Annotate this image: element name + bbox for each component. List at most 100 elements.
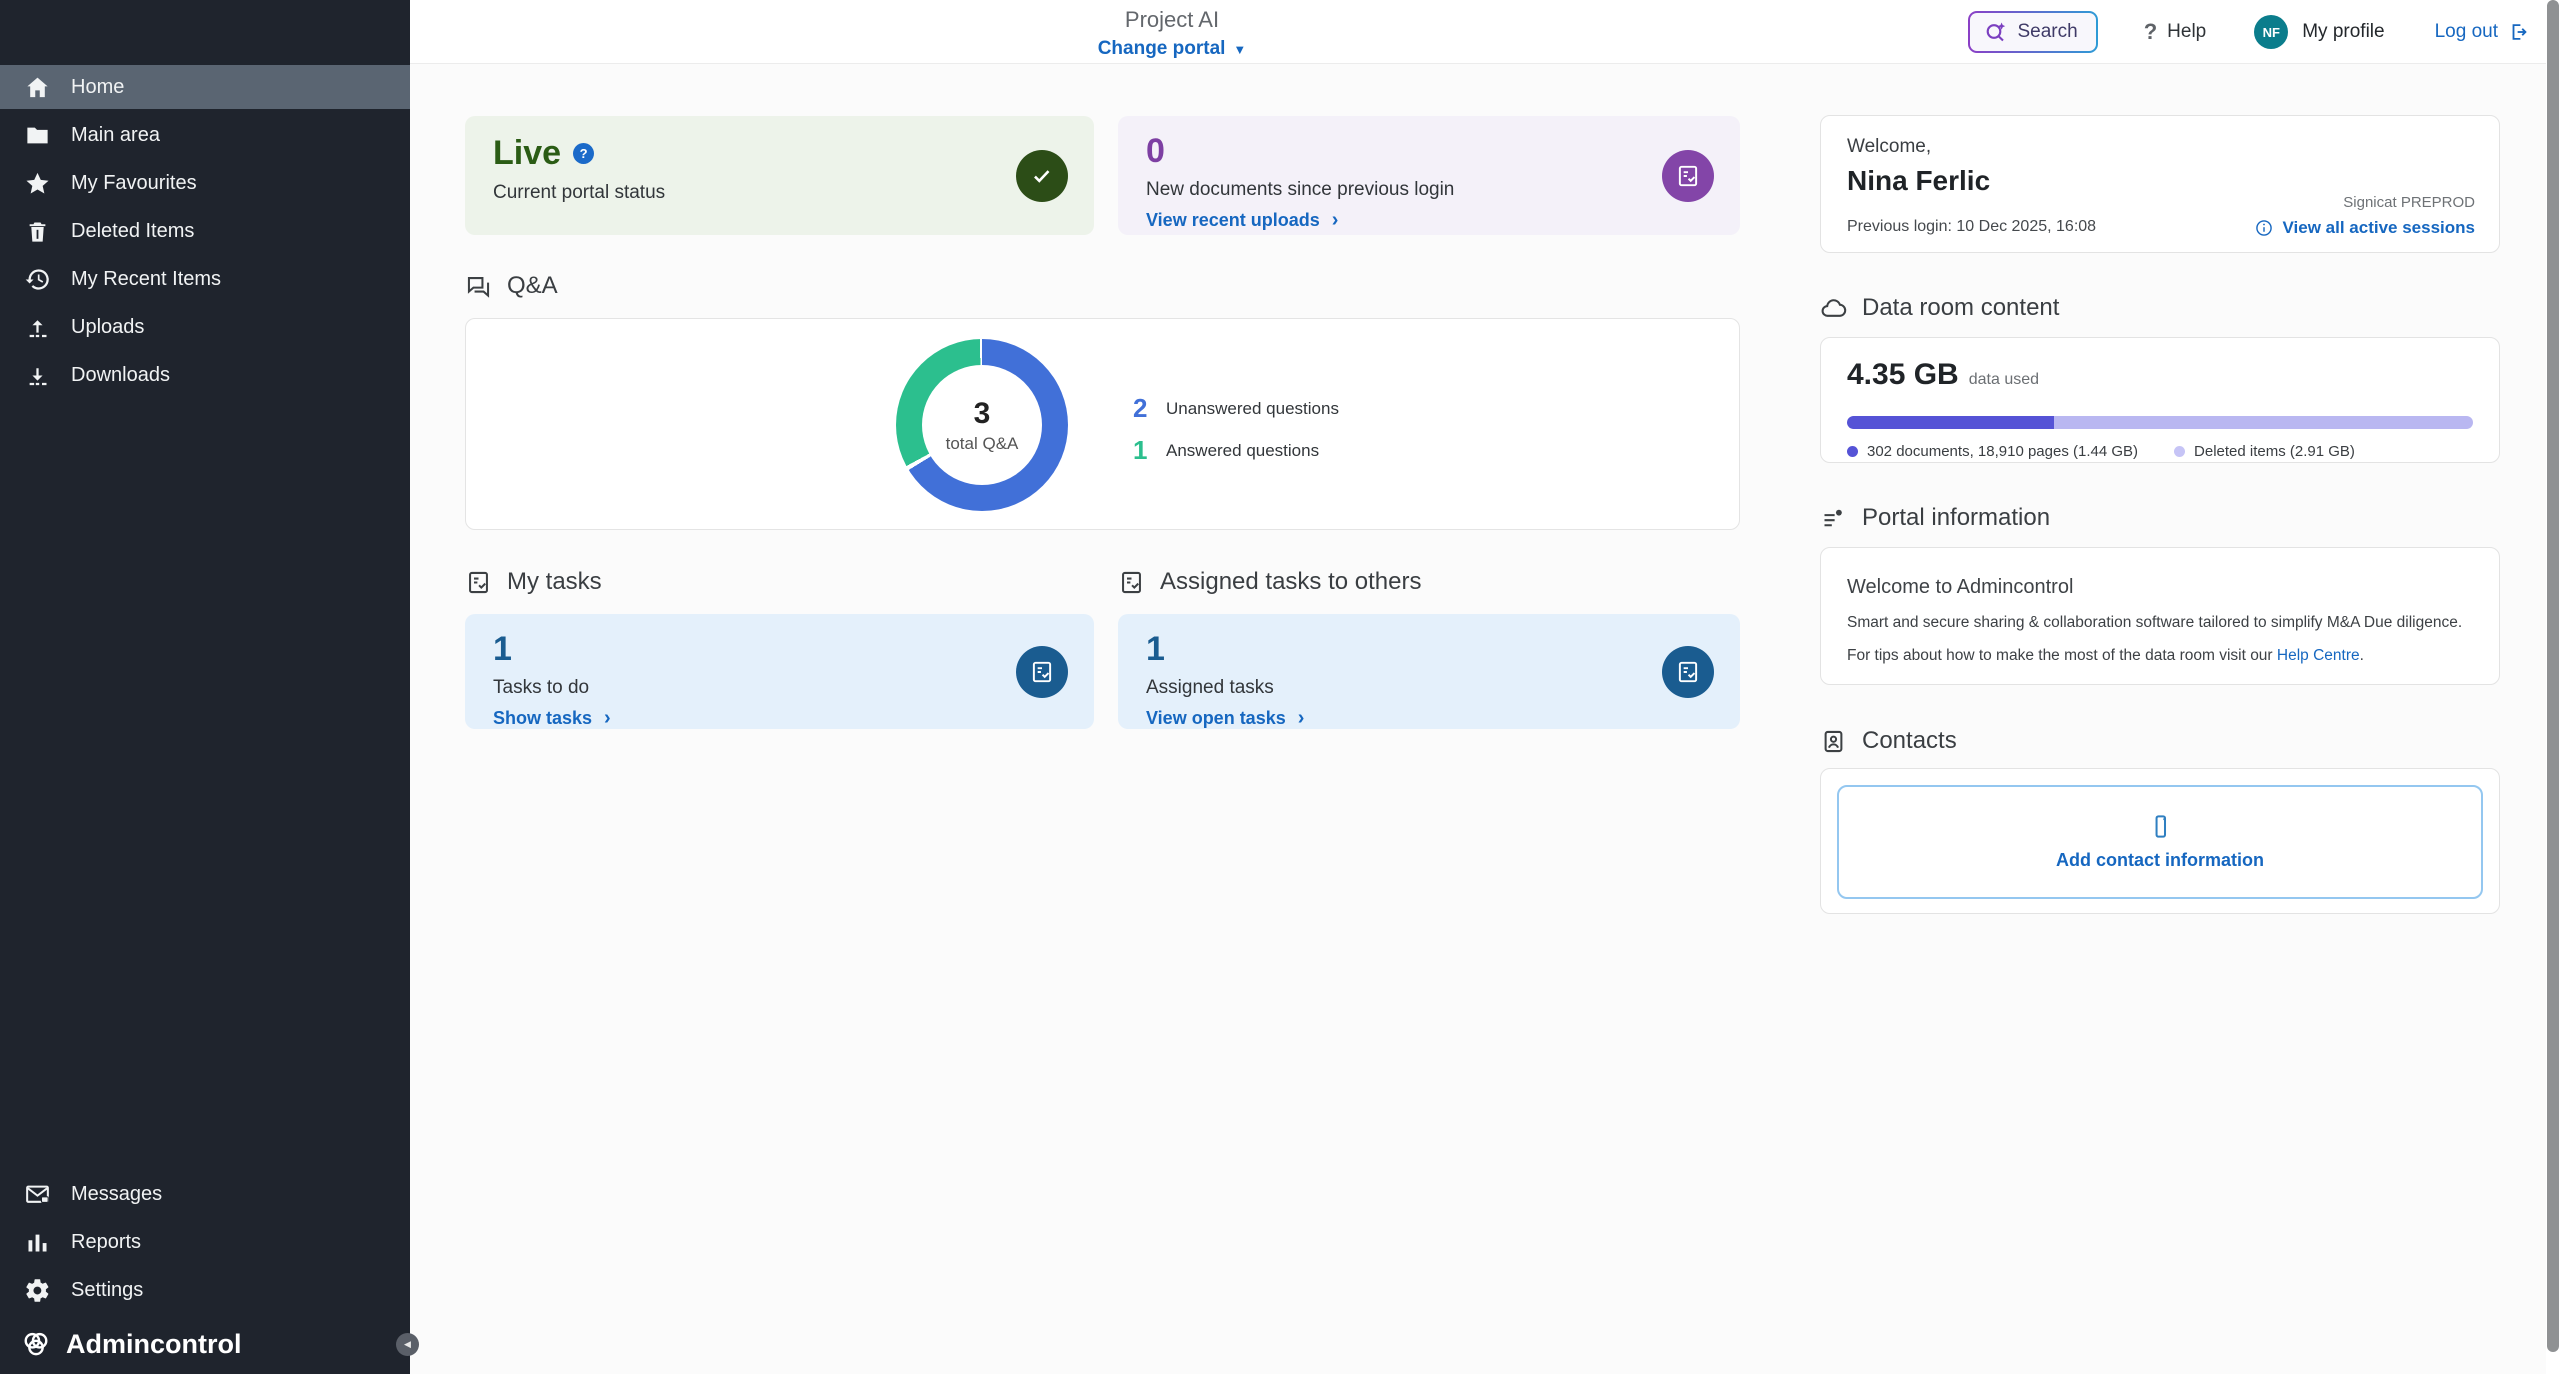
main-area: Project AI Change portal ▼ Search ? Help… xyxy=(410,0,2560,1374)
qa-legend: 2 Unanswered questions 1 Answered questi… xyxy=(1133,393,1339,466)
user-name: Nina Ferlic xyxy=(1847,165,2473,197)
sidebar-item-label: Main area xyxy=(71,124,160,147)
sidebar-nav: Home Main area My Favourites Deleted Ite… xyxy=(0,0,410,397)
sidebar-item-settings[interactable]: Settings xyxy=(0,1268,410,1312)
info-icon xyxy=(2254,218,2274,238)
sidebar-item-favourites[interactable]: My Favourites xyxy=(0,161,410,205)
storage-legend: 302 documents, 18,910 pages (1.44 GB) De… xyxy=(1847,443,2473,460)
legend-unanswered: 2 Unanswered questions xyxy=(1133,393,1339,424)
contacts-title: Contacts xyxy=(1862,727,1957,755)
change-portal-button[interactable]: Change portal ▼ xyxy=(1098,38,1247,60)
sidebar-item-main-area[interactable]: Main area xyxy=(0,113,410,157)
portalinfo-line2-suffix: . xyxy=(2360,647,2364,664)
sidebar-item-label: Reports xyxy=(71,1231,141,1254)
search-button[interactable]: Search xyxy=(1968,11,2098,53)
chevron-right-icon: › xyxy=(1332,210,1339,230)
environment-label: Signicat PREPROD xyxy=(2343,194,2475,211)
view-sessions-label: View all active sessions xyxy=(2283,218,2475,238)
portal-status-card: Live ? Current portal status xyxy=(465,116,1094,235)
sidebar-item-deleted[interactable]: Deleted Items xyxy=(0,209,410,253)
admincontrol-dashboard: Home Main area My Favourites Deleted Ite… xyxy=(0,0,2560,1374)
admincontrol-logo-icon xyxy=(20,1328,52,1360)
chevron-right-icon: › xyxy=(1298,708,1305,728)
documents-legend-label: 302 documents, 18,910 pages (1.44 GB) xyxy=(1867,443,2138,460)
contact-badge-icon xyxy=(1820,728,1847,755)
help-label: Help xyxy=(2167,21,2206,43)
dataroom-title: Data room content xyxy=(1862,294,2059,322)
portalinfo-line2-prefix: For tips about how to make the most of t… xyxy=(1847,647,2277,664)
welcome-card: Welcome, Nina Ferlic Previous login: 10 … xyxy=(1820,115,2500,253)
check-icon xyxy=(1029,163,1055,189)
chat-icon xyxy=(465,273,492,300)
sidebar-item-label: Downloads xyxy=(71,364,170,387)
tasks-icon xyxy=(1118,569,1145,596)
search-sparkle-icon xyxy=(1984,20,2008,44)
data-used-label: data used xyxy=(1969,371,2039,389)
brand-label: Admincontrol xyxy=(66,1329,242,1360)
logout-button[interactable]: Log out xyxy=(2435,21,2530,43)
portalinfo-section-header: Portal information xyxy=(1820,504,2050,532)
star-icon xyxy=(24,170,51,197)
logout-icon xyxy=(2508,21,2530,43)
scrollbar-track xyxy=(2546,0,2560,1374)
unanswered-count: 2 xyxy=(1133,393,1153,424)
documents-badge xyxy=(1662,150,1714,202)
sidebar-item-recent[interactable]: My Recent Items xyxy=(0,257,410,301)
change-portal-label: Change portal xyxy=(1098,38,1226,60)
answered-count: 1 xyxy=(1133,435,1153,466)
show-tasks-label: Show tasks xyxy=(493,708,592,729)
new-documents-count: 0 xyxy=(1146,134,1712,170)
sidebar-item-downloads[interactable]: Downloads xyxy=(0,353,410,397)
my-profile-button[interactable]: NF My profile xyxy=(2254,15,2384,49)
cloud-icon xyxy=(1820,295,1847,322)
my-profile-label: My profile xyxy=(2302,21,2384,43)
sidebar-bottom: Messages Reports Settings Admincontrol xyxy=(0,1172,410,1374)
sidebar-item-label: My Favourites xyxy=(71,172,197,195)
status-help-icon[interactable]: ? xyxy=(573,143,594,164)
sidebar-item-home[interactable]: Home xyxy=(0,65,410,109)
checklist-icon xyxy=(1029,659,1055,685)
view-recent-uploads-label: View recent uploads xyxy=(1146,210,1320,231)
portal-status-label: Current portal status xyxy=(493,182,1066,204)
sidebar-item-uploads[interactable]: Uploads xyxy=(0,305,410,349)
info-lines-icon xyxy=(1820,505,1847,532)
portalinfo-heading: Welcome to Admincontrol xyxy=(1847,576,2473,599)
phone-icon xyxy=(2147,813,2174,840)
my-tasks-badge xyxy=(1016,646,1068,698)
qa-total-label: total Q&A xyxy=(946,434,1019,454)
view-sessions-link[interactable]: View all active sessions xyxy=(2254,218,2475,238)
sidebar-collapse-button[interactable]: ◀ xyxy=(396,1333,419,1356)
sidebar-item-label: Home xyxy=(71,76,124,99)
add-contact-label: Add contact information xyxy=(2056,850,2264,871)
scrollbar-thumb[interactable] xyxy=(2547,0,2559,1352)
help-centre-link[interactable]: Help Centre xyxy=(2277,647,2360,664)
new-documents-card: 0 New documents since previous login Vie… xyxy=(1118,116,1740,235)
help-button[interactable]: ? Help xyxy=(2144,19,2207,45)
download-icon xyxy=(24,362,51,389)
sidebar-item-label: My Recent Items xyxy=(71,268,221,291)
upload-icon xyxy=(24,314,51,341)
checklist-icon xyxy=(1675,659,1701,685)
my-tasks-label: Tasks to do xyxy=(493,677,1066,699)
contacts-section-header: Contacts xyxy=(1820,727,1957,755)
view-recent-uploads-link[interactable]: View recent uploads › xyxy=(1146,210,1712,231)
portal-status-value: Live xyxy=(493,134,561,173)
sidebar-item-reports[interactable]: Reports xyxy=(0,1220,410,1264)
tasks-icon xyxy=(465,569,492,596)
view-open-tasks-link[interactable]: View open tasks › xyxy=(1146,708,1712,729)
brand: Admincontrol xyxy=(0,1316,410,1374)
deleted-legend-item: Deleted items (2.91 GB) xyxy=(2174,443,2355,460)
qa-section-header: Q&A xyxy=(465,272,558,300)
my-tasks-card: 1 Tasks to do Show tasks › xyxy=(465,614,1094,729)
messages-icon xyxy=(24,1181,51,1208)
dataroom-section-header: Data room content xyxy=(1820,294,2059,322)
bar-chart-icon xyxy=(24,1229,51,1256)
answered-label: Answered questions xyxy=(1166,441,1319,461)
sidebar-item-messages[interactable]: Messages xyxy=(0,1172,410,1216)
show-tasks-link[interactable]: Show tasks › xyxy=(493,708,1066,729)
qa-donut-center: 3 total Q&A xyxy=(922,365,1042,485)
add-contact-button[interactable]: Add contact information xyxy=(1837,785,2483,899)
portalinfo-title: Portal information xyxy=(1862,504,2050,532)
storage-bar-used xyxy=(1847,416,2054,429)
folder-icon xyxy=(24,122,51,149)
